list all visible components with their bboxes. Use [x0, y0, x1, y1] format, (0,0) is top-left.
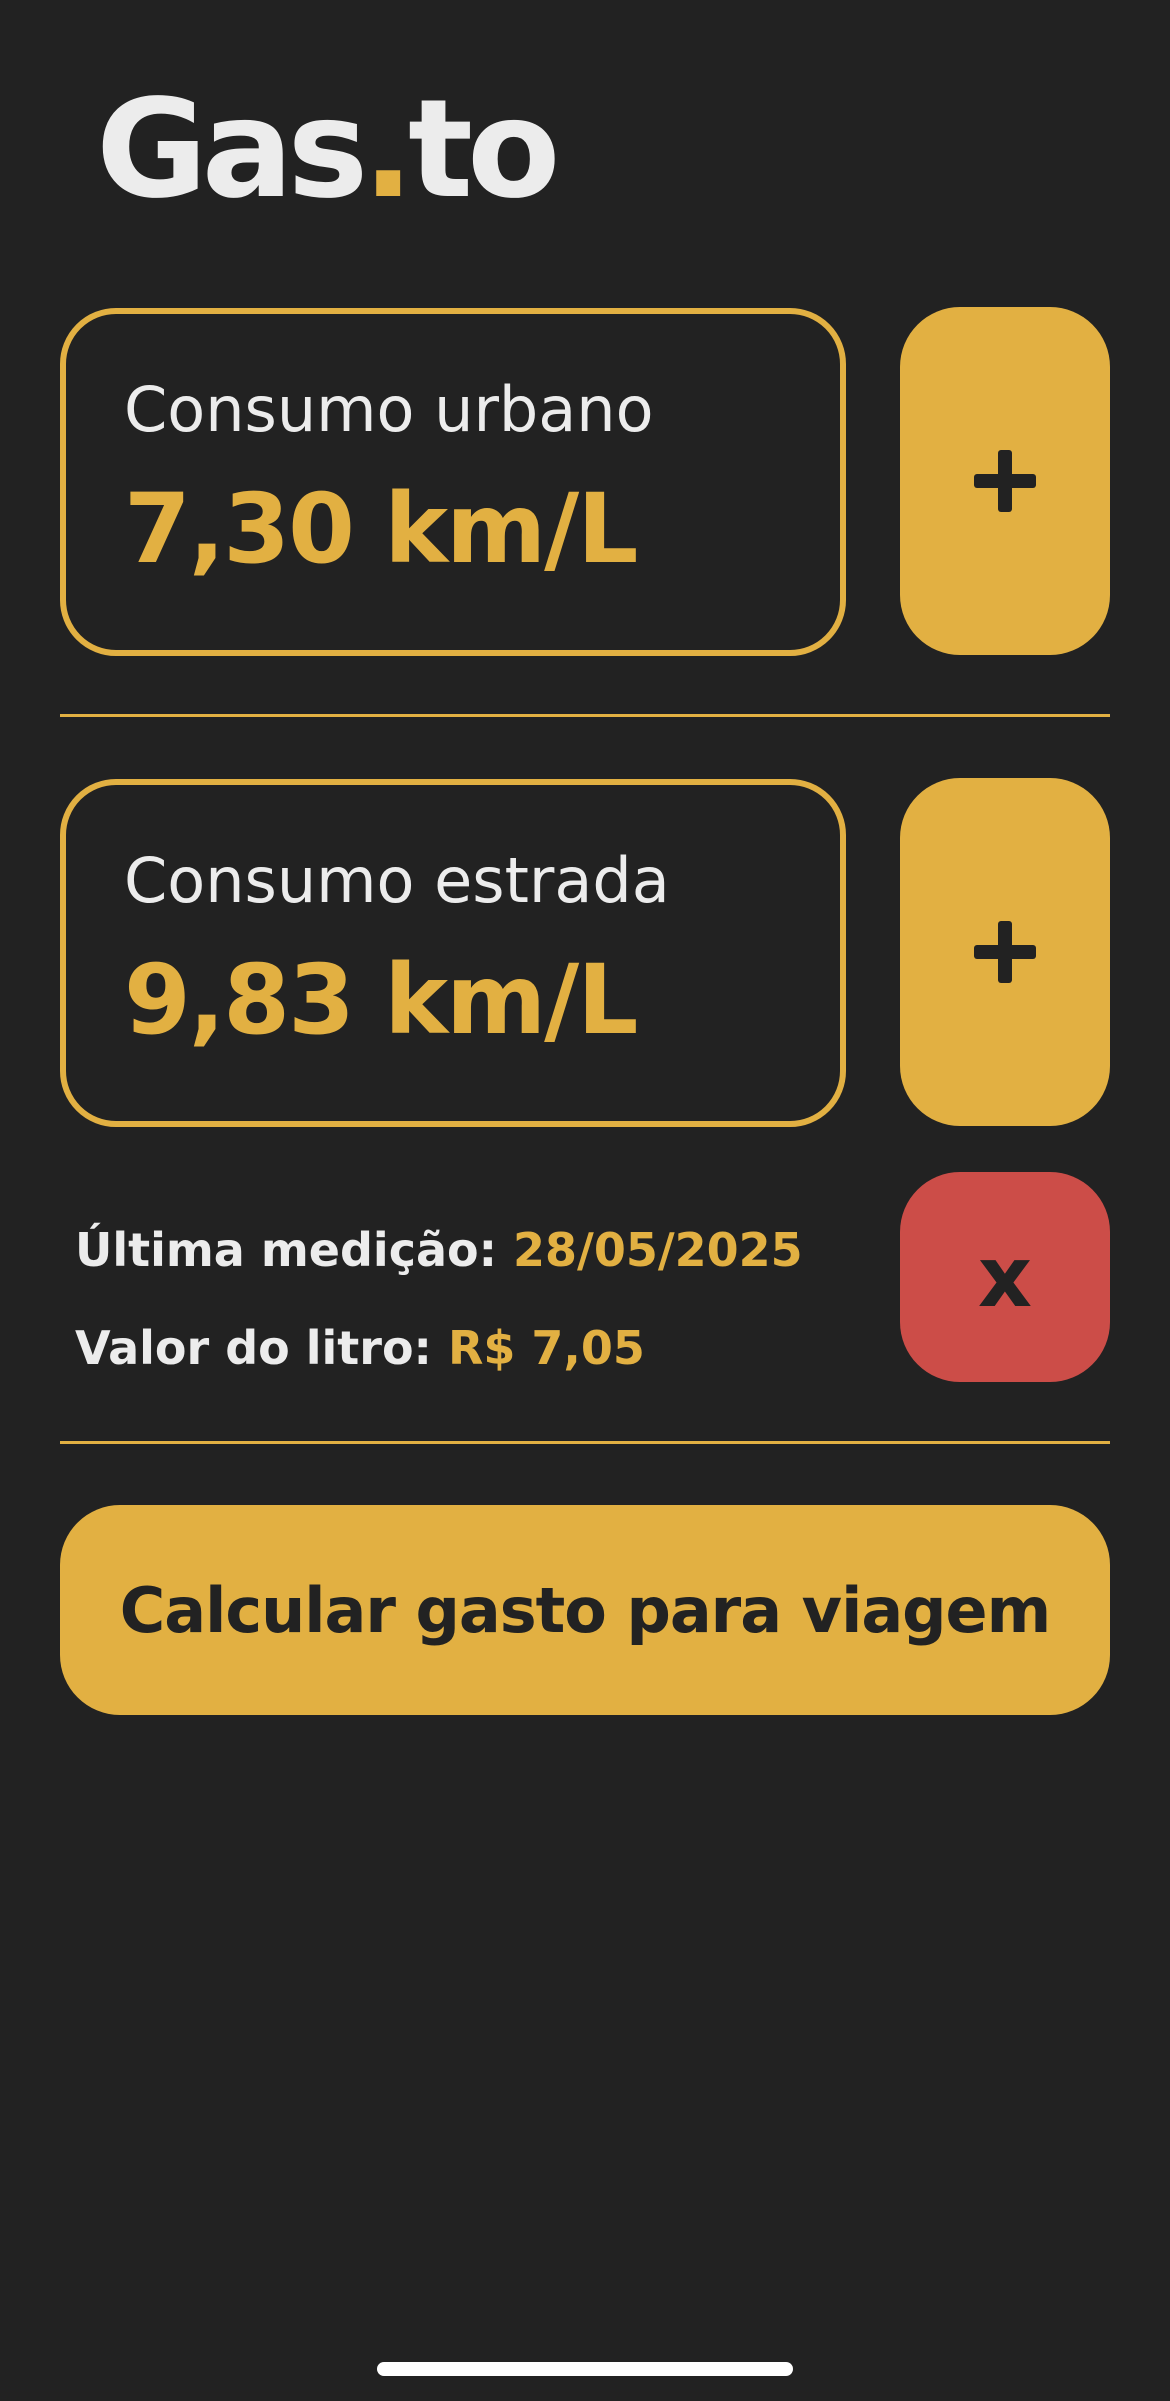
calculate-trip-button[interactable]: Calcular gasto para viagem [60, 1505, 1110, 1715]
add-highway-button[interactable] [900, 778, 1110, 1126]
logo-dot: . [362, 71, 414, 229]
divider [60, 714, 1110, 717]
price-value: R$ 7,05 [447, 1321, 645, 1375]
highway-consumption-value: 9,83 km/L [124, 944, 638, 1056]
close-icon: x [977, 1228, 1033, 1326]
delete-button[interactable]: x [900, 1172, 1110, 1382]
last-measure-label: Última medição: [75, 1223, 497, 1277]
urban-consumption-label: Consumo urbano [124, 373, 654, 446]
logo-text-main: Gas [96, 71, 368, 229]
divider [60, 1441, 1110, 1444]
urban-consumption-value: 7,30 km/L [124, 473, 638, 585]
urban-consumption-card: Consumo urbano 7,30 km/L [60, 308, 846, 656]
app-logo: Gas.to [96, 70, 561, 230]
last-measure-line: Última medição: 28/05/2025 [75, 1220, 803, 1280]
home-indicator[interactable] [377, 2362, 793, 2376]
price-label: Valor do litro: [75, 1321, 432, 1375]
plus-icon [974, 921, 1036, 983]
plus-icon [974, 450, 1036, 512]
calculate-trip-label: Calcular gasto para viagem [119, 1573, 1051, 1647]
price-line: Valor do litro: R$ 7,05 [75, 1318, 645, 1378]
add-urban-button[interactable] [900, 307, 1110, 655]
logo-text-suffix: to [408, 71, 560, 229]
highway-consumption-card: Consumo estrada 9,83 km/L [60, 779, 846, 1127]
highway-consumption-label: Consumo estrada [124, 844, 670, 917]
last-measure-value: 28/05/2025 [513, 1223, 803, 1277]
